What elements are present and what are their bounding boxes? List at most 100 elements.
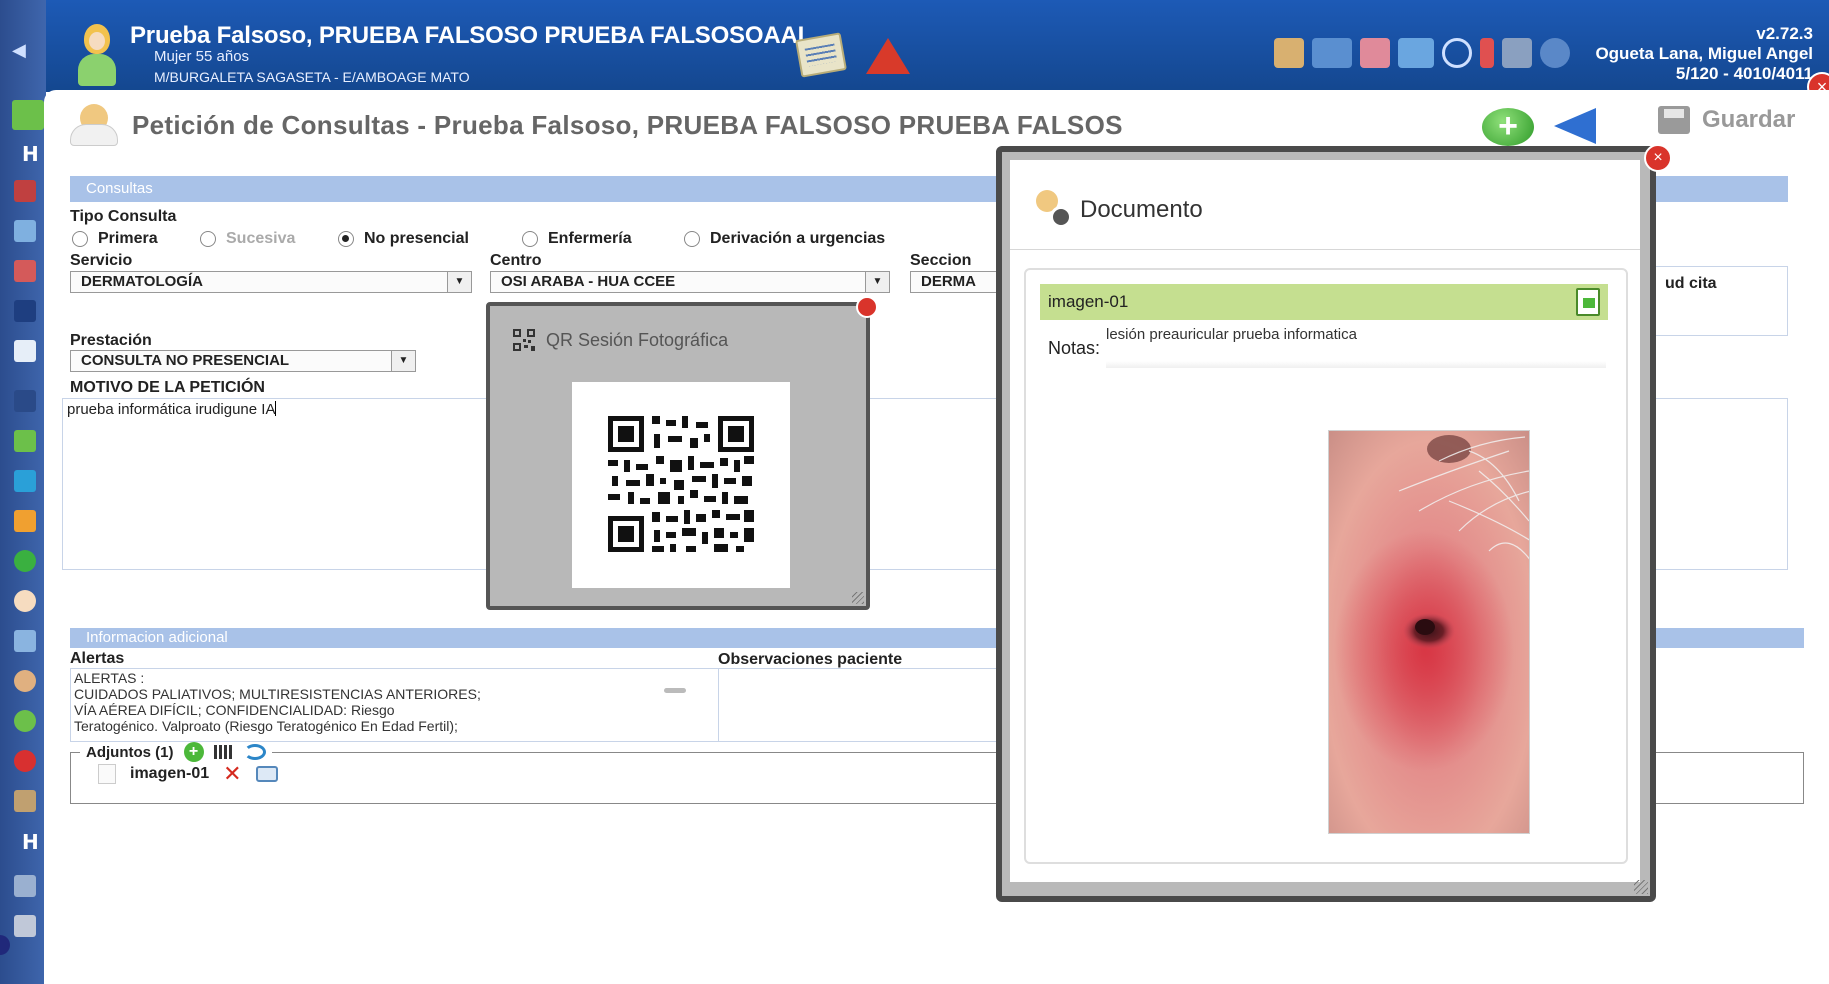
active-tab-marker[interactable] bbox=[12, 100, 44, 130]
chevron-down-icon: ▼ bbox=[865, 272, 889, 292]
centro-value: OSI ARABA - HUA CCEE bbox=[501, 273, 676, 290]
h-icon[interactable]: H bbox=[22, 142, 39, 166]
motivo-text: prueba informática irudigune IA bbox=[67, 401, 276, 418]
tools-icon[interactable] bbox=[14, 790, 36, 812]
close-icon[interactable]: × bbox=[1644, 144, 1672, 172]
patient-location: M/BURGALETA SAGASETA - E/AMBOAGE MATO bbox=[154, 69, 470, 85]
radio-label: Enfermería bbox=[548, 230, 632, 247]
radio-circle bbox=[200, 231, 216, 247]
export-document-icon[interactable] bbox=[1576, 288, 1600, 316]
save-button[interactable]: Guardar bbox=[1658, 106, 1795, 134]
documento-popup: Documento imagen-01 Notas: lesión preaur… bbox=[996, 144, 1672, 902]
doctor-name: Ogueta Lana, Miguel Angel bbox=[1595, 44, 1813, 63]
prestacion-value: CONSULTA NO PRESENCIAL bbox=[81, 352, 290, 369]
header-toolbar bbox=[1274, 38, 1570, 68]
qr-code-icon[interactable] bbox=[213, 745, 234, 759]
user-icon[interactable] bbox=[14, 670, 36, 692]
card-icon[interactable] bbox=[1312, 38, 1352, 68]
tipo-consulta-label: Tipo Consulta bbox=[70, 208, 177, 225]
page-title: Petición de Consultas - Prueba Falsoso, … bbox=[132, 110, 1123, 140]
radio-circle bbox=[684, 231, 700, 247]
flower-icon[interactable] bbox=[1360, 38, 1390, 68]
radio-sucesiva[interactable]: Sucesiva bbox=[200, 230, 295, 248]
radio-derivacion-urgencias[interactable]: Derivación a urgencias bbox=[684, 230, 885, 248]
file-icon bbox=[98, 764, 116, 784]
drop-icon[interactable] bbox=[14, 750, 36, 772]
notas-label: Notas: bbox=[1048, 338, 1101, 358]
add-button[interactable]: + bbox=[1482, 108, 1534, 146]
document-icon[interactable] bbox=[14, 340, 36, 362]
adjuntos-label: Adjuntos (1) bbox=[86, 743, 174, 761]
add-attachment-icon[interactable]: + bbox=[183, 742, 204, 762]
close-icon[interactable] bbox=[856, 296, 878, 318]
servicio-value: DERMATOLOGÍA bbox=[81, 273, 203, 290]
info-icon[interactable] bbox=[1540, 38, 1570, 68]
server-icon[interactable] bbox=[1502, 38, 1532, 68]
radio-circle-selected bbox=[338, 231, 354, 247]
view-icon[interactable] bbox=[255, 766, 278, 782]
lesion-photo[interactable] bbox=[1328, 430, 1530, 834]
observaciones-box[interactable] bbox=[718, 668, 1038, 742]
back-button[interactable] bbox=[1554, 108, 1596, 144]
centro-select[interactable]: OSI ARABA - HUA CCEE ▼ bbox=[490, 271, 890, 293]
scrollbar-thumb[interactable] bbox=[664, 688, 686, 693]
image-name-bar: imagen-01 bbox=[1040, 284, 1608, 320]
notas-value: lesión preauricular prueba informatica bbox=[1106, 326, 1357, 343]
seccion-select[interactable]: DERMA bbox=[910, 271, 1000, 293]
resize-handle[interactable] bbox=[852, 592, 864, 604]
alertas-label: Alertas bbox=[70, 650, 125, 667]
attachment-name[interactable]: imagen-01 bbox=[130, 765, 209, 783]
radio-no-presencial[interactable]: No presencial bbox=[338, 230, 469, 248]
chart-icon[interactable] bbox=[14, 220, 36, 242]
qr-code-image bbox=[608, 416, 754, 552]
prestacion-select[interactable]: CONSULTA NO PRESENCIAL ▼ bbox=[70, 350, 416, 372]
person-icon[interactable] bbox=[14, 590, 36, 612]
at-icon[interactable] bbox=[1442, 38, 1472, 68]
image-name: imagen-01 bbox=[1048, 292, 1129, 311]
refresh-icon[interactable] bbox=[14, 550, 36, 572]
resize-handle[interactable] bbox=[1634, 880, 1648, 894]
radio-circle bbox=[522, 231, 538, 247]
stethoscope-icon[interactable] bbox=[14, 875, 36, 897]
folder-icon[interactable] bbox=[1274, 38, 1304, 68]
save-label: Guardar bbox=[1702, 106, 1796, 133]
documento-title: Documento bbox=[1080, 196, 1203, 223]
refresh-icon[interactable] bbox=[243, 744, 266, 760]
bottle-icon[interactable] bbox=[1480, 38, 1494, 68]
group-icon[interactable] bbox=[14, 710, 36, 732]
megaphone-icon[interactable] bbox=[14, 510, 36, 532]
edge-indicator bbox=[0, 935, 10, 955]
pencil-icon[interactable] bbox=[14, 180, 36, 202]
pill-icon[interactable] bbox=[14, 470, 36, 492]
screen-icon[interactable] bbox=[1398, 38, 1434, 68]
notepad-icon[interactable] bbox=[795, 32, 847, 78]
hand-icon[interactable] bbox=[14, 390, 36, 412]
patient-header: Prueba Falsoso, PRUEBA FALSOSO PRUEBA FA… bbox=[46, 0, 1829, 102]
alerta-line: Teratogénico. Valproato (Riesgo Teratogé… bbox=[74, 718, 458, 734]
radio-label: No presencial bbox=[364, 230, 469, 247]
fecha-cita-box[interactable]: ud cita bbox=[1654, 266, 1788, 336]
chevron-down-icon: ▼ bbox=[391, 351, 415, 371]
radio-label: Derivación a urgencias bbox=[710, 230, 886, 247]
h-icon-2[interactable]: H bbox=[22, 830, 39, 854]
documento-body: imagen-01 Notas: lesión preauricular pru… bbox=[1024, 268, 1628, 864]
collapse-arrow-icon[interactable]: ◀ bbox=[12, 40, 26, 61]
notas-field[interactable]: lesión preauricular prueba informatica bbox=[1106, 320, 1606, 368]
radio-primera[interactable]: Primera bbox=[72, 230, 158, 248]
alert-triangle-icon[interactable] bbox=[866, 38, 910, 74]
lesion-photo-image bbox=[1329, 431, 1529, 833]
book-icon[interactable] bbox=[14, 300, 36, 322]
qr-code-card bbox=[572, 382, 790, 588]
servicio-select[interactable]: DERMATOLOGÍA ▼ bbox=[70, 271, 472, 293]
arrows-icon[interactable] bbox=[14, 915, 36, 937]
delete-icon[interactable]: ✕ bbox=[223, 763, 241, 785]
patient-avatar bbox=[76, 24, 116, 86]
attachment-row[interactable]: imagen-01 ✕ bbox=[98, 763, 278, 785]
fecha-cita-label: ud cita bbox=[1665, 275, 1717, 292]
radio-enfermeria[interactable]: Enfermería bbox=[522, 230, 632, 248]
syringe-icon[interactable] bbox=[14, 630, 36, 652]
list-icon[interactable] bbox=[14, 430, 36, 452]
calendar-icon[interactable] bbox=[14, 260, 36, 282]
motivo-label: MOTIVO DE LA PETICIÓN bbox=[70, 379, 265, 396]
floppy-disk-icon bbox=[1658, 106, 1690, 134]
